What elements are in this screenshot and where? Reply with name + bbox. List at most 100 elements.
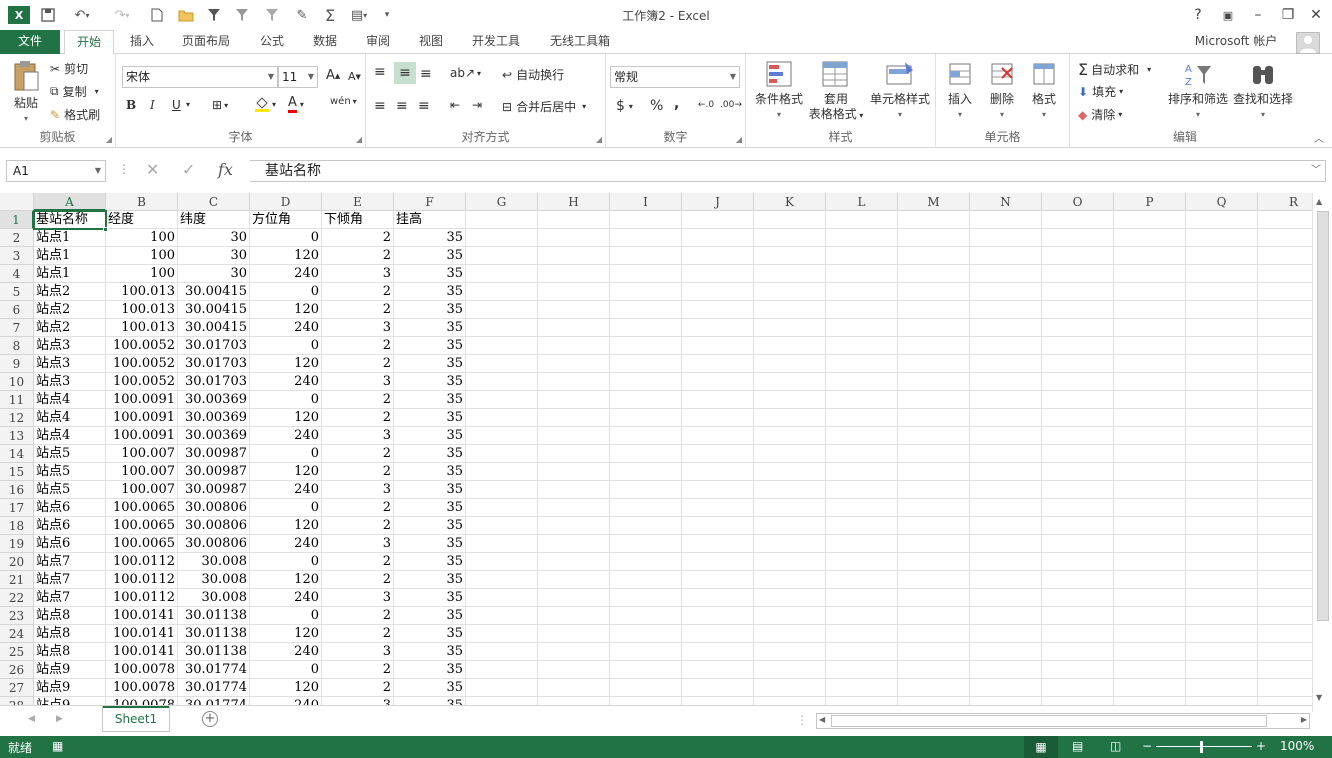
cell[interactable] <box>466 517 538 535</box>
cell[interactable]: 站点4 <box>34 427 106 445</box>
cell[interactable] <box>682 265 754 283</box>
cell[interactable]: 0 <box>250 445 322 463</box>
italic-button[interactable]: I <box>150 98 155 112</box>
cell[interactable] <box>466 283 538 301</box>
cell[interactable] <box>898 535 970 553</box>
clipboard-launcher-icon[interactable]: ◢ <box>106 135 112 144</box>
cell[interactable] <box>1114 373 1186 391</box>
cell[interactable]: 100.0065 <box>106 517 178 535</box>
cell[interactable] <box>538 463 610 481</box>
cell[interactable] <box>754 409 826 427</box>
cell[interactable] <box>1258 373 1312 391</box>
cell[interactable]: 35 <box>394 283 466 301</box>
row-header[interactable]: 19 <box>0 535 34 553</box>
cell[interactable]: 30.01774 <box>178 697 250 705</box>
cell[interactable] <box>754 517 826 535</box>
cell[interactable]: 30 <box>178 247 250 265</box>
cell[interactable] <box>538 391 610 409</box>
cell[interactable] <box>826 247 898 265</box>
number-launcher-icon[interactable]: ◢ <box>736 135 742 144</box>
row-header[interactable]: 25 <box>0 643 34 661</box>
cell[interactable] <box>1042 355 1114 373</box>
cut-button[interactable]: ✂ 剪切 <box>50 60 88 77</box>
cell[interactable] <box>538 481 610 499</box>
cell[interactable] <box>1114 535 1186 553</box>
cell[interactable] <box>1258 697 1312 705</box>
underline-dropdown-icon[interactable]: ▾ <box>186 100 190 109</box>
cell[interactable] <box>1186 319 1258 337</box>
zoom-slider-thumb[interactable] <box>1200 741 1203 753</box>
name-box[interactable]: A1 ▼ <box>6 160 106 182</box>
cell[interactable] <box>1042 427 1114 445</box>
cell[interactable] <box>1042 463 1114 481</box>
close-button[interactable]: ✕ <box>1304 4 1328 26</box>
cell[interactable] <box>1114 697 1186 705</box>
cell[interactable] <box>826 373 898 391</box>
cell[interactable] <box>1258 265 1312 283</box>
cell[interactable] <box>970 499 1042 517</box>
cell[interactable]: 30.008 <box>178 553 250 571</box>
cell[interactable]: 120 <box>250 409 322 427</box>
cell[interactable] <box>682 463 754 481</box>
cell[interactable]: 240 <box>250 697 322 705</box>
cell[interactable]: 100.0052 <box>106 337 178 355</box>
cell[interactable]: 35 <box>394 355 466 373</box>
cell[interactable] <box>538 499 610 517</box>
row-header[interactable]: 12 <box>0 409 34 427</box>
cell[interactable] <box>1186 481 1258 499</box>
column-header-a[interactable]: A <box>34 193 106 211</box>
cell[interactable] <box>826 337 898 355</box>
cell[interactable] <box>1042 625 1114 643</box>
cell[interactable] <box>466 481 538 499</box>
cell[interactable] <box>898 571 970 589</box>
cell[interactable] <box>538 247 610 265</box>
cell[interactable] <box>1114 571 1186 589</box>
cell[interactable] <box>1186 409 1258 427</box>
cell[interactable] <box>1186 211 1258 229</box>
cell[interactable] <box>898 355 970 373</box>
increase-indent-icon[interactable]: ⇥ <box>472 98 482 112</box>
row-header[interactable]: 6 <box>0 301 34 319</box>
cell[interactable]: 经度 <box>106 211 178 229</box>
column-header-j[interactable]: J <box>682 193 754 211</box>
cell[interactable] <box>970 301 1042 319</box>
cell[interactable]: 240 <box>250 373 322 391</box>
cell[interactable] <box>610 589 682 607</box>
cell[interactable]: 站点7 <box>34 553 106 571</box>
column-header-o[interactable]: O <box>1042 193 1114 211</box>
cell[interactable] <box>754 571 826 589</box>
cell[interactable] <box>538 625 610 643</box>
cell[interactable]: 35 <box>394 661 466 679</box>
cell[interactable] <box>898 499 970 517</box>
cell[interactable] <box>1186 697 1258 705</box>
cell[interactable]: 站点4 <box>34 409 106 427</box>
cell[interactable] <box>1186 589 1258 607</box>
cell[interactable]: 35 <box>394 319 466 337</box>
cell[interactable]: 2 <box>322 607 394 625</box>
cell[interactable]: 3 <box>322 481 394 499</box>
cell[interactable]: 3 <box>322 643 394 661</box>
cell[interactable] <box>1042 679 1114 697</box>
cell[interactable] <box>1042 445 1114 463</box>
format-as-table-button[interactable]: 套用 表格格式 ▾ <box>804 60 868 123</box>
cell[interactable]: 35 <box>394 463 466 481</box>
cell[interactable]: 100 <box>106 265 178 283</box>
cell[interactable] <box>898 247 970 265</box>
cell[interactable]: 100.0091 <box>106 409 178 427</box>
align-bottom-icon[interactable]: ≡ <box>420 66 432 82</box>
cell[interactable]: 30.00415 <box>178 319 250 337</box>
cell[interactable] <box>610 607 682 625</box>
cell[interactable] <box>610 265 682 283</box>
cell[interactable] <box>754 427 826 445</box>
cell[interactable]: 3 <box>322 697 394 705</box>
cell[interactable] <box>1186 427 1258 445</box>
cell[interactable]: 35 <box>394 481 466 499</box>
cell[interactable] <box>1114 445 1186 463</box>
cell[interactable]: 0 <box>250 553 322 571</box>
cell[interactable] <box>1186 661 1258 679</box>
column-header-n[interactable]: N <box>970 193 1042 211</box>
find-select-button[interactable]: 查找和选择 ▾ <box>1230 60 1296 122</box>
decrease-decimal-icon[interactable]: .00→ <box>720 100 742 110</box>
cell[interactable] <box>1042 283 1114 301</box>
cell[interactable]: 站点9 <box>34 679 106 697</box>
